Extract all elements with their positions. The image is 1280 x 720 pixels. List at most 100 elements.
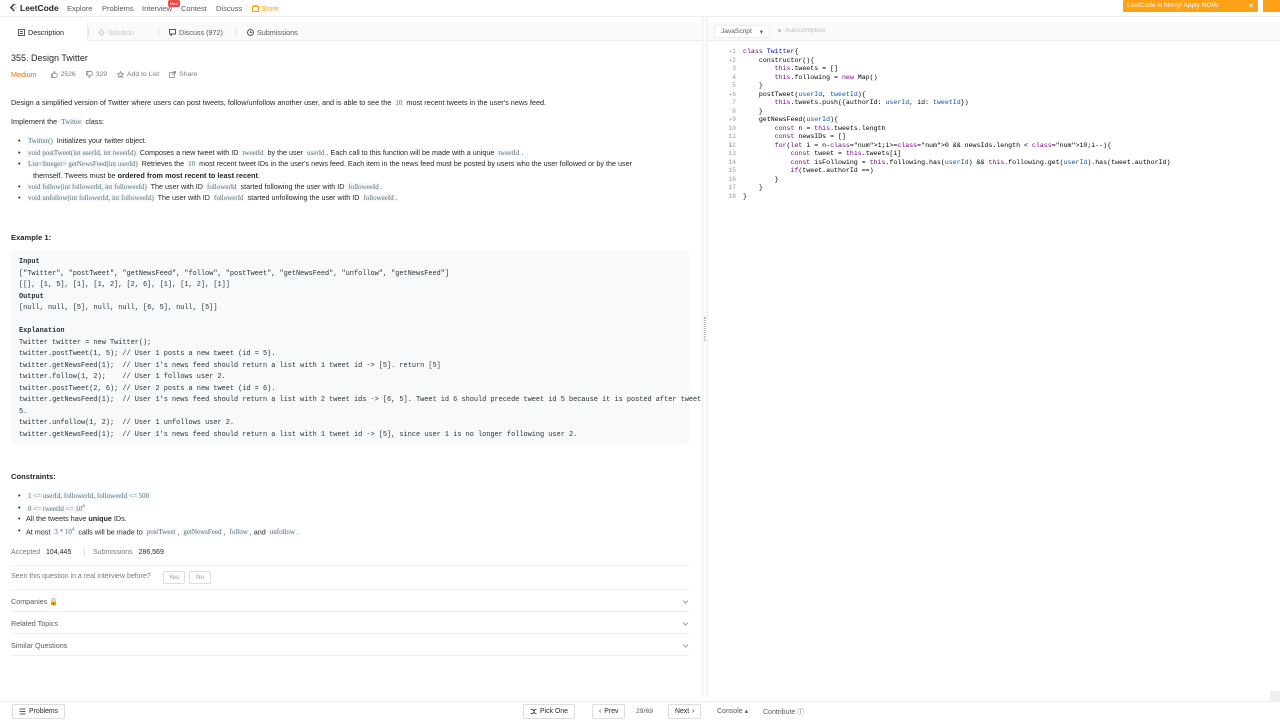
chevron-right-icon: › — [692, 708, 695, 715]
input-line: ["Twitter", "postTweet", "getNewsFeed", … — [19, 269, 450, 278]
divider — [11, 655, 689, 656]
close-icon[interactable]: ✕ — [1248, 2, 1254, 10]
line-number: 2 — [732, 56, 736, 64]
hiring-banner[interactable]: LeetCode is hiring! Apply NOW. ✕ — [1123, 0, 1258, 12]
code-line[interactable]: 7 this.tweets.push({authorId: userId, id… — [708, 99, 1268, 108]
info-icon: ⓘ — [797, 709, 805, 716]
code-line[interactable]: 9 ▾ getNewsFeed(userId){ — [708, 116, 1268, 125]
fold-arrow-icon[interactable]: ▾ — [729, 116, 732, 125]
method-desc: Retrieves the — [141, 159, 185, 168]
tab-solution[interactable]: Solution — [98, 28, 134, 37]
companies-section[interactable]: Companies 🔒 — [11, 597, 689, 606]
nav-problems[interactable]: Problems — [102, 4, 134, 13]
language-select[interactable]: JavaScript ▾ — [714, 25, 770, 38]
inline-code: followerId — [211, 194, 246, 202]
explanation-line: twitter.getNewsFeed(1); // User 1's news… — [19, 361, 441, 370]
nav-contest[interactable]: Contest — [181, 4, 207, 13]
tab-divider — [236, 28, 237, 36]
method-desc: . — [395, 193, 398, 202]
code-line[interactable]: 2 ▾ constructor(){ — [708, 57, 1268, 66]
console-label: Console — [717, 708, 743, 715]
code-line[interactable]: 8 } — [708, 108, 1268, 117]
chevron-down-icon — [682, 622, 689, 626]
code-text: } — [743, 107, 763, 115]
nav-explore[interactable]: Explore — [67, 4, 92, 13]
code-line[interactable]: 18} — [708, 193, 1268, 202]
method-desc: . — [257, 171, 260, 180]
code-text: postTweet(userId, tweetId){ — [743, 90, 866, 98]
line-number: 1 — [732, 48, 736, 55]
tab-description-label: Description — [28, 28, 64, 37]
nav-store[interactable]: Store — [252, 4, 279, 13]
code-line[interactable]: 4 this.following = new Map() — [708, 74, 1268, 83]
yes-button[interactable]: Yes — [163, 571, 185, 584]
code-line[interactable]: 11 const newsIDs = [] — [708, 133, 1268, 142]
seen-question-text: Seen this question in a real interview b… — [11, 573, 151, 580]
tab-solution-label: Solution — [108, 28, 134, 37]
code-editor[interactable]: 1 ▾ class Twitter{2 ▾ constructor(){3 this.… — [708, 42, 1280, 697]
input-line: [[], [1, 5], [1], [1, 2], [2, 6], [1], [… — [19, 281, 230, 289]
fold-arrow-icon[interactable]: ▾ — [729, 57, 732, 66]
share-label: Share — [179, 71, 198, 78]
share-button[interactable]: Share — [169, 71, 197, 78]
logo-text: LeetCode — [20, 3, 59, 13]
code-line[interactable]: 12 ▾ for(let i = n-class="num">1;i>=class… — [708, 142, 1268, 151]
fold-arrow-icon[interactable]: ▾ — [729, 142, 732, 151]
constraints-title: Constraints: — [11, 472, 56, 481]
tab-submissions[interactable]: Submissions — [247, 28, 298, 37]
thumbs-up-icon — [50, 71, 58, 78]
tab-discuss[interactable]: Discuss (972) — [169, 28, 223, 37]
leetcode-logo[interactable]: LeetCode — [9, 3, 59, 13]
no-button[interactable]: No — [189, 571, 211, 584]
constraint-code: getNewsFeed — [181, 528, 224, 537]
list-icon — [19, 708, 26, 715]
nav-discuss[interactable]: Discuss — [216, 4, 242, 13]
splitter-grip-icon[interactable] — [704, 317, 706, 341]
code-line[interactable]: 13 const tweet = this.tweets[i] — [708, 150, 1268, 159]
next-button[interactable]: Next › — [668, 704, 702, 719]
code-text: } — [743, 192, 747, 200]
code-line[interactable]: 6 ▾ postTweet(userId, tweetId){ — [708, 91, 1268, 100]
explanation-line: twitter.getNewsFeed(1); // User 1's news… — [19, 396, 714, 404]
implement-part: Implement the — [11, 117, 58, 126]
console-button[interactable]: Console ▴ — [717, 707, 748, 715]
related-topics-section[interactable]: Related Topics — [11, 619, 689, 628]
pick-one-button[interactable]: Pick One — [523, 704, 575, 719]
difficulty-badge: Medium — [11, 70, 37, 79]
chevron-up-icon: ▴ — [744, 708, 749, 715]
line-number: 9 — [732, 116, 736, 123]
hiring-banner-edge — [1263, 0, 1280, 12]
contribute-button[interactable]: Contribute ⓘ — [763, 707, 804, 717]
constraint-text: IDs. — [113, 514, 127, 523]
code-line[interactable]: 16 } — [708, 176, 1268, 185]
dislike-button[interactable]: 329 — [85, 71, 107, 78]
example-block: Input ["Twitter", "postTweet", "getNewsF… — [11, 250, 714, 444]
implement-text: Implement the Twitter class: — [11, 116, 104, 128]
code-line[interactable]: 10 const n = this.tweets.length — [708, 125, 1268, 134]
fold-arrow-icon[interactable]: ▾ — [729, 91, 732, 100]
autocomplete-toggle[interactable]: Autocomplete — [778, 27, 825, 34]
code-line[interactable]: 17 } — [708, 184, 1268, 193]
prev-button[interactable]: ‹ Prev — [592, 704, 626, 719]
line-number: 12 — [728, 141, 736, 149]
add-to-list-button[interactable]: Add to List — [117, 71, 159, 78]
fold-arrow-icon[interactable]: ▾ — [729, 48, 732, 57]
code-line[interactable]: 3 this.tweets = [] — [708, 65, 1268, 74]
code-line[interactable]: 14 const isFollowing = this.following.ha… — [708, 159, 1268, 168]
problems-button[interactable]: Problems — [12, 704, 66, 719]
method-desc-continued: themself. Tweets must be ordered from mo… — [33, 170, 260, 181]
code-text: const newsIDs = [] — [774, 133, 846, 140]
line-number: 18 — [728, 192, 736, 200]
like-button[interactable]: 2526 — [50, 71, 76, 78]
code-line[interactable]: 15 if(tweet.authorId ==) — [708, 167, 1268, 176]
method-desc: themself. Tweets must be — [33, 171, 116, 180]
tab-description[interactable]: Description — [18, 28, 64, 37]
method-desc: started unfollowing the user with ID — [247, 193, 360, 202]
contribute-label: Contribute — [763, 709, 796, 716]
code-line[interactable]: 1 ▾ class Twitter{ — [708, 48, 1268, 57]
constraint-code: postTweet — [144, 528, 178, 537]
similar-questions-section[interactable]: Similar Questions — [11, 641, 689, 650]
code-line[interactable]: 5 } — [708, 82, 1268, 91]
example-content: Input ["Twitter", "postTweet", "getNewsF… — [19, 257, 714, 441]
companies-label: Companies — [11, 597, 48, 606]
